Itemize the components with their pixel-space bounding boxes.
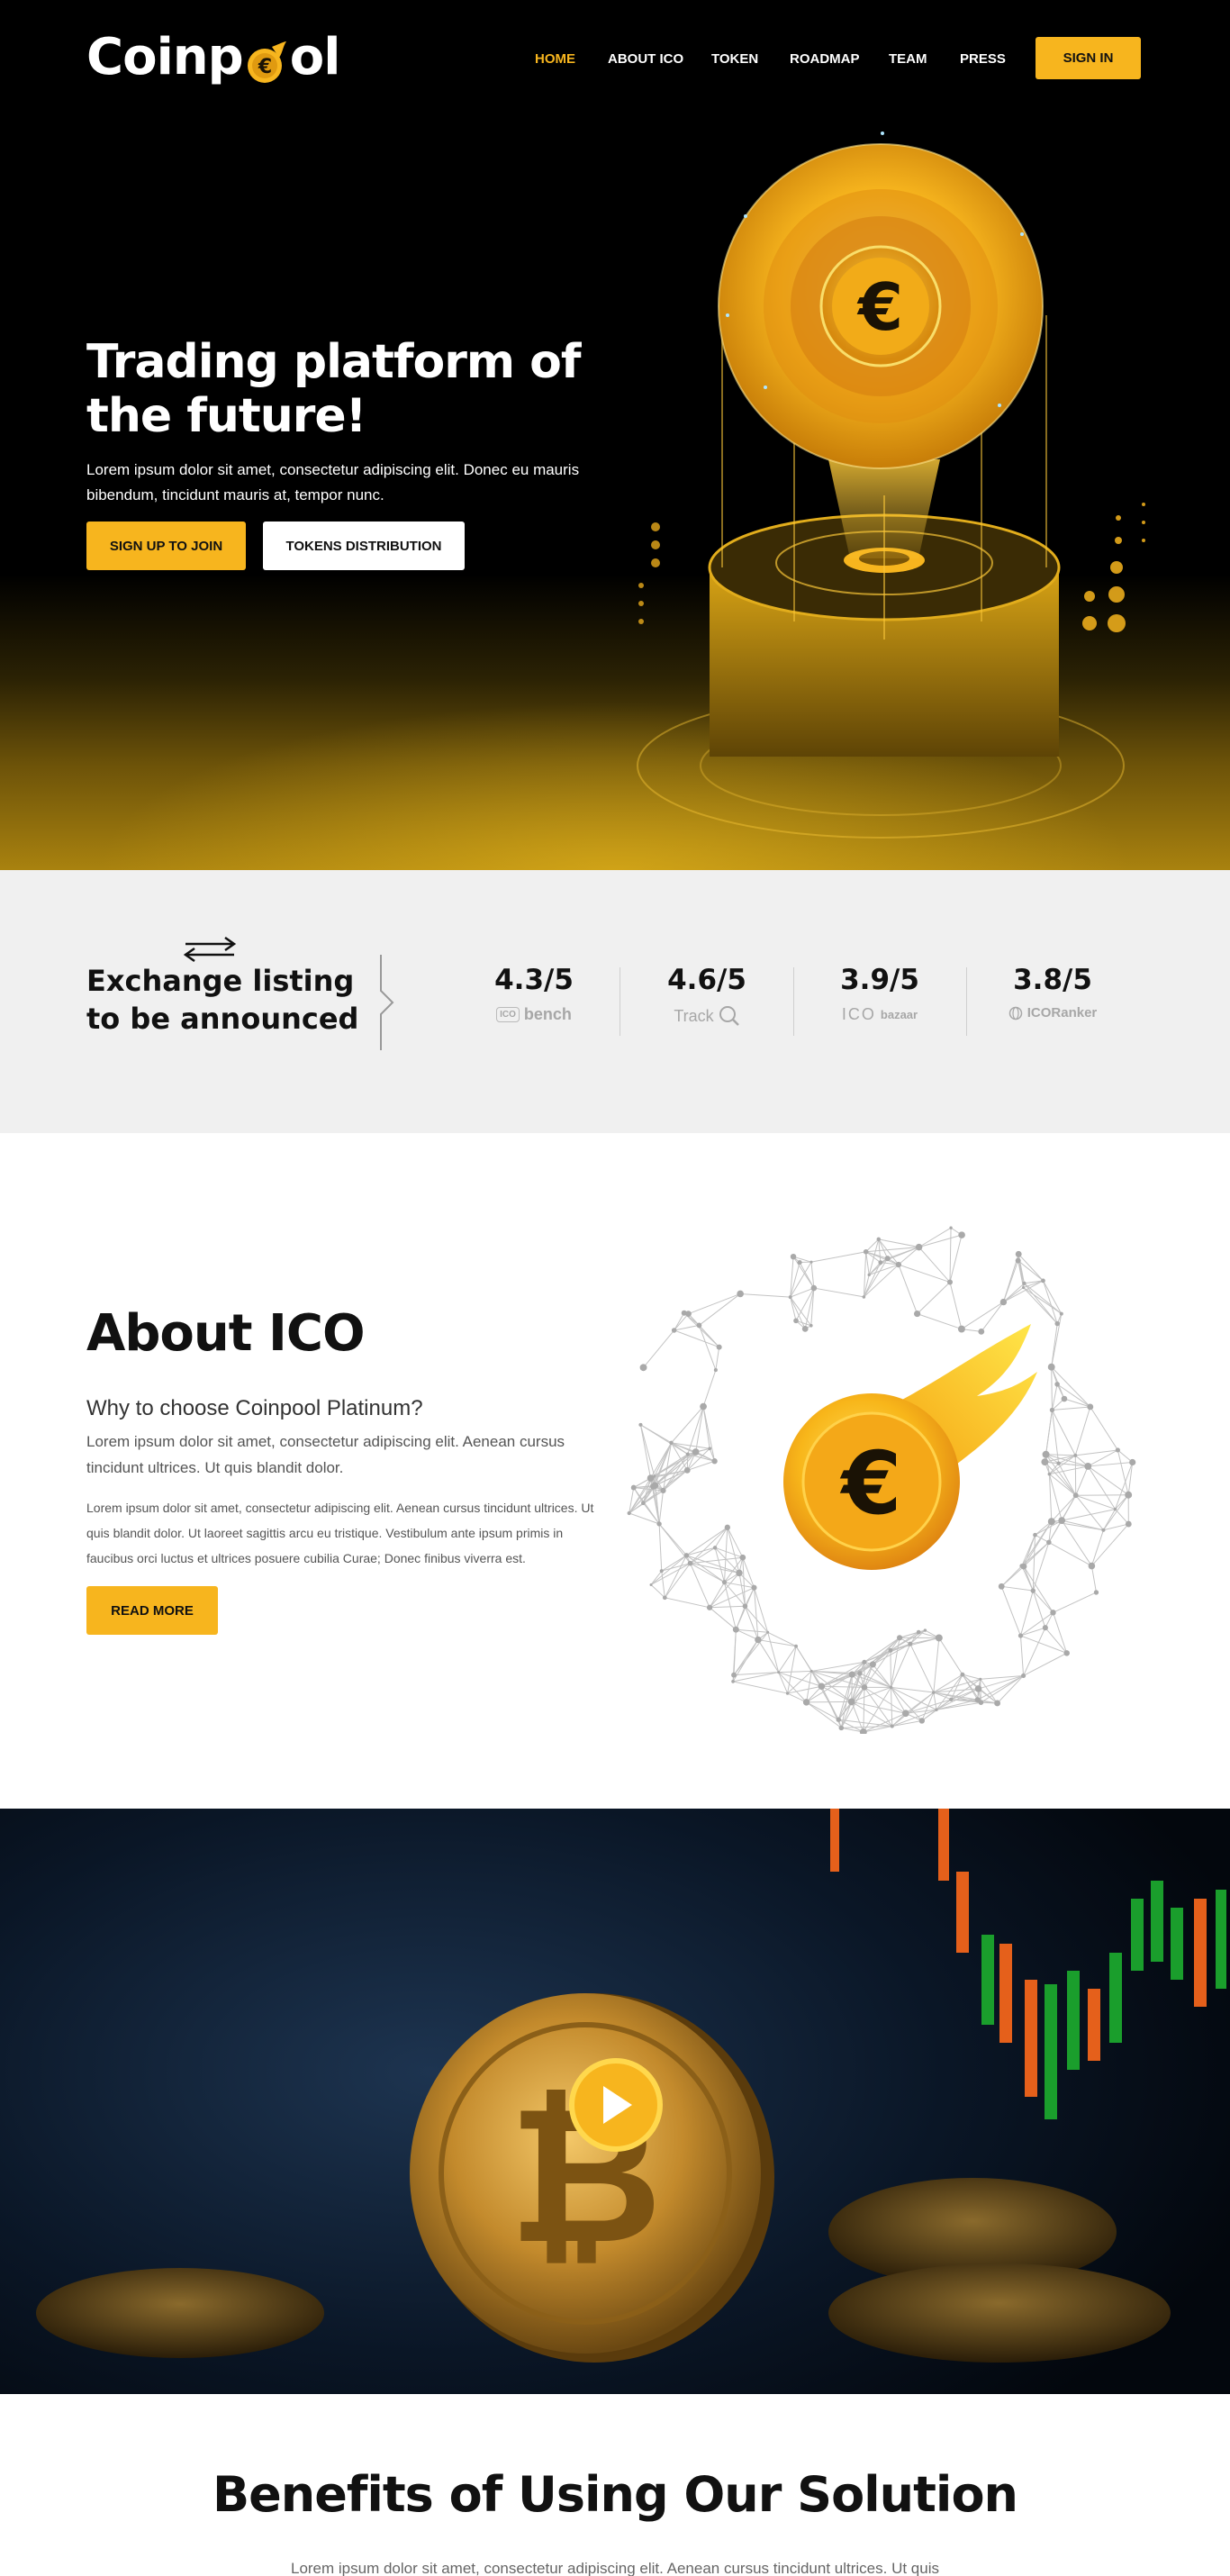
nav-roadmap[interactable]: ROADMAP <box>790 51 860 67</box>
rating-icobazaar[interactable]: 3.9/5 ICO bazaar <box>794 964 965 1024</box>
hero-coin-illustration: € <box>637 132 1145 839</box>
logo-text-right: ol <box>289 27 341 86</box>
brand-name: ICORanker <box>1027 1005 1098 1020</box>
brand-prefix: ICO <box>841 1005 876 1023</box>
nav-press[interactable]: PRESS <box>960 51 1006 67</box>
nav-team[interactable]: TEAM <box>889 51 927 67</box>
about-coin-symbol: € <box>840 1433 902 1534</box>
video-banner[interactable]: ₿ <box>0 1809 1230 2394</box>
sign-in-button[interactable]: SIGN IN <box>1036 37 1141 79</box>
hero-title: Trading platform of the future! <box>86 335 582 443</box>
brand-prefix: ICO <box>496 1007 520 1022</box>
sign-up-button[interactable]: SIGN UP TO JOIN <box>86 522 246 570</box>
rating-score: 3.8/5 <box>1013 964 1092 996</box>
svg-text:€: € <box>258 56 271 78</box>
about-lead: Lorem ipsum dolor sit amet, consectetur … <box>86 1433 565 1476</box>
rating-icotrack[interactable]: 4.6/5 Track <box>621 964 792 1027</box>
hero-section: Coinp € ol HOME ABOUT ICO TOKEN ROADMAP … <box>0 0 1230 870</box>
exchange-listing-text: Exchange listing to be announced <box>86 964 359 1036</box>
chevron-divider-icon <box>380 955 394 1050</box>
icoranker-logo: ICORanker <box>967 1005 1138 1020</box>
nav-about-ico[interactable]: ABOUT ICO <box>608 51 683 67</box>
globe-icon <box>1008 1006 1022 1020</box>
about-title: About ICO <box>86 1304 366 1363</box>
read-more-button[interactable]: READ MORE <box>86 1586 218 1635</box>
nav-token[interactable]: TOKEN <box>711 51 758 67</box>
logo-coin-icon: € <box>245 39 288 83</box>
play-icon <box>603 2086 632 2124</box>
logo-text-left: Coinp <box>86 27 244 86</box>
brand-name: bench <box>523 1005 572 1023</box>
rating-score: 4.6/5 <box>667 964 746 996</box>
exchange-arrows-icon <box>183 936 237 962</box>
nav-home[interactable]: HOME <box>535 51 575 67</box>
rating-score: 4.3/5 <box>494 964 574 996</box>
logo[interactable]: Coinp € ol <box>86 25 341 88</box>
hero-coin-symbol: € <box>856 269 903 345</box>
tokens-distribution-button[interactable]: TOKENS DISTRIBUTION <box>263 522 465 570</box>
rating-icoranker[interactable]: 3.8/5 ICORanker <box>967 964 1138 1020</box>
brand-name: bazaar <box>880 1008 918 1021</box>
about-body: Lorem ipsum dolor sit amet, consectetur … <box>86 1501 594 1565</box>
benefits-text: Lorem ipsum dolor sit amet, consectetur … <box>290 2560 939 2576</box>
magnifier-icon <box>719 1006 739 1026</box>
icobazaar-logo: ICO bazaar <box>794 1005 965 1024</box>
benefits-title: Benefits of Using Our Solution <box>213 2466 1018 2523</box>
icobench-logo: ICO bench <box>448 1005 620 1024</box>
play-button[interactable] <box>569 2058 663 2152</box>
rating-icobench[interactable]: 4.3/5 ICO bench <box>448 964 620 1024</box>
about-coin-illustration: € <box>627 1226 1136 1734</box>
brand-name: Track <box>674 1006 714 1025</box>
rating-score: 3.9/5 <box>840 964 919 996</box>
icotrack-logo: Track <box>621 1005 792 1027</box>
about-subtitle: Why to choose Coinpool Platinum? <box>86 1396 423 1420</box>
hero-subtitle: Lorem ipsum dolor sit amet, consectetur … <box>86 461 580 503</box>
